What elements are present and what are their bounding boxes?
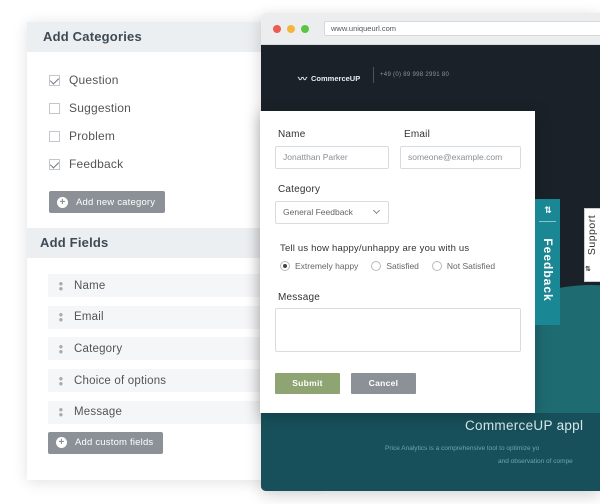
category-select-value: General Feedback: [283, 207, 353, 217]
add-field-label: Add custom fields: [75, 437, 154, 449]
message-textarea[interactable]: [275, 308, 521, 352]
feedback-form: Name Jonatthan Parker Email someone@exam…: [260, 111, 535, 413]
category-label: Problem: [69, 129, 116, 143]
radio-label: Satisfied: [386, 261, 419, 271]
header-divider: [373, 67, 374, 83]
feedback-tab-label: Feedback: [541, 238, 555, 302]
field-label: Category: [74, 342, 123, 355]
happiness-options: Extremely happy Satisfied Not Satisfied: [280, 261, 508, 271]
radio-button[interactable]: [431, 261, 442, 271]
drag-handle-icon[interactable]: ● ●: [48, 406, 74, 419]
sort-arrows-icon: ⇅: [585, 266, 591, 273]
field-label: Email: [74, 311, 104, 324]
category-label: Feedback: [69, 157, 124, 171]
tab-divider: [539, 221, 556, 222]
checkbox[interactable]: [49, 74, 60, 86]
email-input[interactable]: someone@example.com: [400, 146, 521, 169]
add-custom-field-button[interactable]: + Add custom fields: [48, 431, 164, 454]
cancel-button[interactable]: Cancel: [351, 373, 416, 394]
field-list: ● ● Name ● ● Email ● ● Category ● ● Choice o…: [27, 260, 298, 454]
radio-button[interactable]: [371, 261, 382, 271]
hero-title: CommerceUP appl: [465, 418, 584, 433]
add-category-button[interactable]: + Add new category: [49, 191, 166, 213]
support-tab-label: Support: [586, 214, 598, 256]
plus-icon: +: [56, 437, 67, 449]
logo-text: CommerceUP: [311, 74, 361, 83]
plus-icon: +: [57, 196, 68, 208]
minimize-dot-icon[interactable]: [287, 25, 295, 33]
hero-subtitle-line2: and observation of compe: [498, 458, 573, 465]
checkbox[interactable]: [49, 158, 60, 170]
name-input[interactable]: Jonatthan Parker: [275, 146, 389, 169]
site-phone: +49 (0) 89 998 2991 80: [380, 72, 450, 78]
logo-icon: 〰: [298, 74, 308, 84]
field-label: Name: [74, 279, 106, 292]
browser-toolbar: www.uniqueurl.com: [261, 13, 600, 45]
hero-subtitle-line1: Price Analytics is a comprehensive tool …: [385, 445, 540, 452]
category-label: Question: [69, 73, 119, 87]
sort-arrows-icon: ⇅: [544, 205, 552, 215]
url-bar[interactable]: www.uniqueurl.com: [324, 21, 600, 36]
chevron-down-icon: [372, 206, 381, 215]
category-select[interactable]: General Feedback: [275, 201, 389, 224]
radio-satisfied[interactable]: Satisfied: [371, 261, 419, 271]
drag-handle-icon[interactable]: ● ●: [48, 311, 74, 324]
close-dot-icon[interactable]: [273, 25, 281, 33]
radio-not-satisfied[interactable]: Not Satisfied: [431, 261, 496, 271]
category-label: Category: [278, 184, 321, 195]
checkbox[interactable]: [49, 102, 60, 114]
add-category-label: Add new category: [76, 196, 156, 208]
submit-button[interactable]: Submit: [275, 373, 340, 394]
radio-label: Extremely happy: [295, 261, 359, 271]
message-label: Message: [278, 292, 320, 303]
radio-button[interactable]: [280, 261, 290, 271]
checkbox[interactable]: [49, 130, 60, 142]
category-label: Suggestion: [69, 101, 132, 115]
name-label: Name: [278, 129, 306, 140]
radio-label: Not Satisfied: [446, 261, 496, 271]
field-label: Choice of options: [74, 374, 167, 387]
happiness-question: Tell us how happy/unhappy are you with u…: [280, 243, 470, 254]
site-logo[interactable]: 〰 CommerceUP: [298, 72, 360, 85]
field-label: Message: [74, 406, 123, 419]
drag-handle-icon[interactable]: ● ●: [48, 279, 74, 292]
email-label: Email: [404, 129, 431, 140]
drag-handle-icon[interactable]: ● ●: [48, 374, 74, 387]
maximize-dot-icon[interactable]: [301, 25, 309, 33]
drag-handle-icon[interactable]: ● ●: [48, 342, 74, 355]
radio-extremely-happy[interactable]: Extremely happy: [280, 261, 358, 271]
